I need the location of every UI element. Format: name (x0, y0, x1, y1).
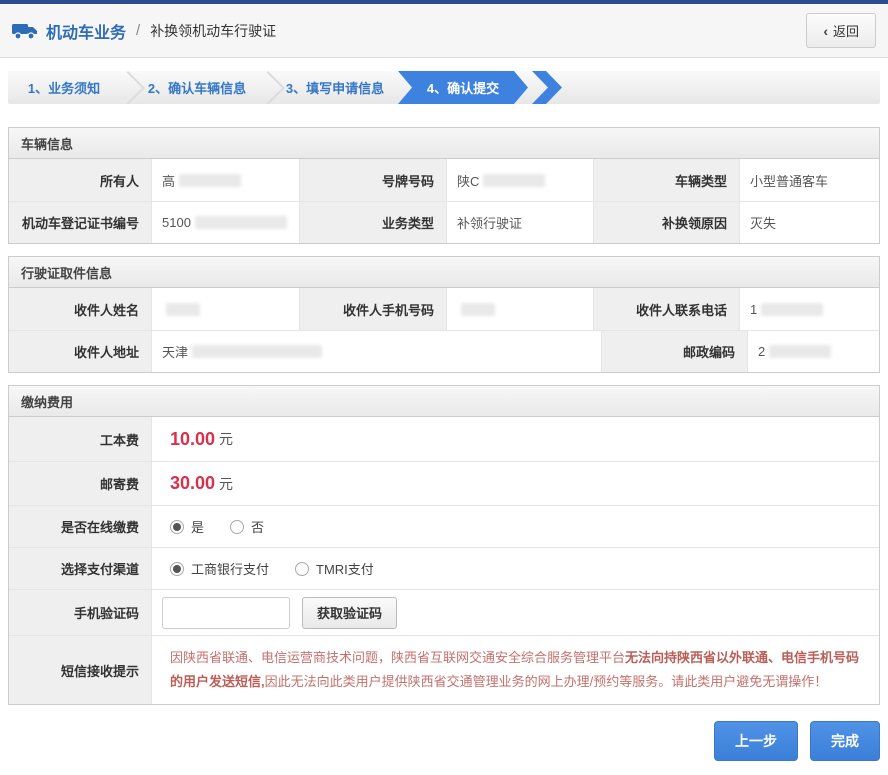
previous-step-button[interactable]: 上一步 (714, 721, 798, 761)
online-payment-options: 是 否 (162, 517, 264, 536)
currency-unit: 元 (219, 429, 233, 449)
payment-title: 缴纳费用 (9, 386, 879, 417)
business-type-label: 业务类型 (299, 201, 446, 243)
step-1-notice[interactable]: 1、业务须知 (8, 71, 120, 104)
footer-actions: 上一步 完成 (0, 721, 880, 775)
vehicle-info-row: 所有人 高 号牌号码 陕C 车辆类型 小型普通客车 (9, 159, 879, 201)
redacted-text (761, 303, 823, 316)
recipient-phone-value: 1 (739, 288, 879, 330)
online-payment-row: 是否在线缴费 是 否 (9, 505, 879, 547)
production-fee-label: 工本费 (9, 417, 151, 461)
step-progress-bar: 1、业务须知 2、确认车辆信息 3、填写申请信息 4、确认提交 (8, 71, 880, 104)
vehicle-type-label: 车辆类型 (593, 159, 739, 201)
production-fee-amount: 10.00 (162, 429, 215, 450)
recipient-phone-label: 收件人联系电话 (593, 288, 739, 330)
tmri-pay-option[interactable]: TMRI支付 (295, 559, 374, 578)
back-button[interactable]: ‹ 返回 (806, 13, 876, 48)
recipient-name-label: 收件人姓名 (9, 288, 151, 330)
online-payment-label: 是否在线缴费 (9, 505, 151, 547)
recipient-name-value (151, 288, 299, 330)
recipient-address-label: 收件人地址 (9, 330, 151, 372)
breadcrumb-divider: / (136, 22, 140, 39)
vehicle-type-value: 小型普通客车 (739, 159, 879, 201)
payment-channel-label: 选择支付渠道 (9, 547, 151, 589)
redacted-text (769, 345, 831, 358)
production-fee-value: 10.00 元 (151, 417, 879, 461)
postcode-label: 邮政编码 (601, 330, 747, 372)
postage-fee-amount: 30.00 (162, 473, 215, 494)
redacted-text (461, 303, 495, 316)
sms-code-row: 手机验证码 获取验证码 (9, 589, 879, 635)
payment-channel-options: 工商银行支付 TMRI支付 (162, 559, 374, 578)
pickup-info-title: 行驶证取件信息 (9, 257, 879, 288)
chevron-left-icon: ‹ (823, 23, 828, 39)
postage-fee-value: 30.00 元 (151, 461, 879, 505)
currency-unit: 元 (219, 474, 233, 494)
step-4-confirm-submit[interactable]: 4、确认提交 (398, 71, 528, 104)
step-separator-icon (260, 71, 274, 104)
business-type-value: 补领行驶证 (446, 201, 593, 243)
recipient-mobile-label: 收件人手机号码 (299, 288, 446, 330)
pickup-info-row: 收件人姓名 收件人手机号码 收件人联系电话 1 (9, 288, 879, 330)
postage-fee-label: 邮寄费 (9, 461, 151, 505)
redacted-text (483, 174, 545, 187)
reason-value: 灭失 (739, 201, 879, 243)
postcode-value: 2 (747, 330, 879, 372)
redacted-text (166, 303, 200, 316)
radio-unselected-icon[interactable] (230, 520, 244, 534)
vehicle-info-row: 机动车登记证书编号 5100 业务类型 补领行驶证 补换领原因 灭失 (9, 201, 879, 243)
vehicle-info-title: 车辆信息 (9, 128, 879, 159)
finish-button[interactable]: 完成 (810, 721, 880, 761)
icbc-pay-option[interactable]: 工商银行支付 (170, 559, 269, 578)
active-step-arrow-icon (532, 71, 562, 104)
sms-code-input[interactable] (162, 597, 290, 629)
owner-label: 所有人 (9, 159, 151, 201)
cert-no-value: 5100 (151, 201, 299, 243)
fee-row: 邮寄费 30.00 元 (9, 461, 879, 505)
vehicle-info-section: 车辆信息 所有人 高 号牌号码 陕C 车辆类型 小型普通客车 机动车登记证书编号… (8, 127, 880, 244)
sms-notice-row: 短信接收提示 因陕西省联通、电信运营商技术问题，陕西省互联网交通安全综合服务管理… (9, 635, 879, 704)
online-yes-option[interactable]: 是 (170, 517, 204, 536)
sms-notice-label: 短信接收提示 (9, 635, 151, 704)
radio-selected-icon[interactable] (170, 562, 184, 576)
radio-unselected-icon[interactable] (295, 562, 309, 576)
payment-section: 缴纳费用 工本费 10.00 元 邮寄费 30.00 元 是否在线缴费 是 否 (8, 385, 880, 705)
plate-label: 号牌号码 (299, 159, 446, 201)
redacted-text (195, 216, 287, 229)
pickup-info-row: 收件人地址 天津 邮政编码 2 (9, 330, 879, 372)
recipient-address-value: 天津 (151, 330, 601, 372)
step-separator-icon (120, 71, 134, 104)
sms-notice-text: 因陕西省联通、电信运营商技术问题，陕西省互联网交通安全综合服务管理平台无法向持陕… (162, 636, 879, 704)
redacted-text (179, 174, 241, 187)
truck-icon (12, 22, 38, 40)
back-button-label: 返回 (833, 21, 859, 40)
breadcrumb: 机动车业务 / 补换领机动车行驶证 (12, 19, 276, 43)
payment-channel-row: 选择支付渠道 工商银行支付 TMRI支付 (9, 547, 879, 589)
page-title: 机动车业务 (46, 19, 126, 43)
step-3-fill-application[interactable]: 3、填写申请信息 (274, 71, 396, 104)
recipient-mobile-value (446, 288, 593, 330)
fee-row: 工本费 10.00 元 (9, 417, 879, 461)
pickup-info-section: 行驶证取件信息 收件人姓名 收件人手机号码 收件人联系电话 1 收件人地址 天津… (8, 256, 880, 373)
reason-label: 补换领原因 (593, 201, 739, 243)
redacted-text (192, 345, 322, 358)
online-no-option[interactable]: 否 (230, 517, 264, 536)
cert-no-label: 机动车登记证书编号 (9, 201, 151, 243)
sms-code-label: 手机验证码 (9, 589, 151, 635)
radio-selected-icon[interactable] (170, 520, 184, 534)
get-code-button[interactable]: 获取验证码 (302, 597, 397, 629)
plate-value: 陕C (446, 159, 593, 201)
page-subtitle: 补换领机动车行驶证 (150, 21, 276, 41)
page-header: 机动车业务 / 补换领机动车行驶证 ‹ 返回 (0, 4, 888, 58)
owner-value: 高 (151, 159, 299, 201)
step-2-confirm-vehicle[interactable]: 2、确认车辆信息 (134, 71, 260, 104)
